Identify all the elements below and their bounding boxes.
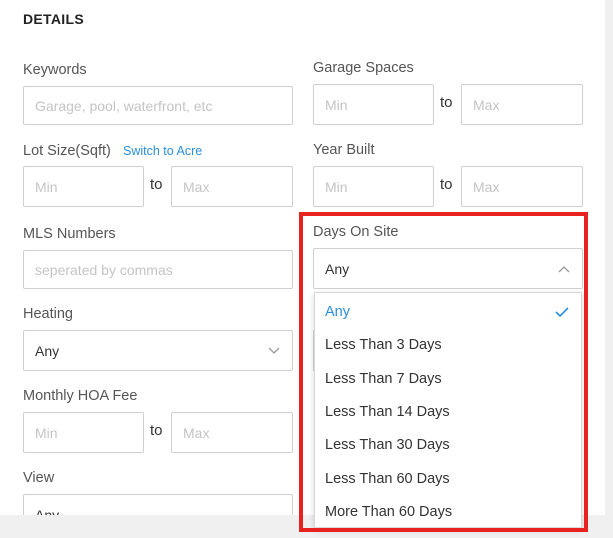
days-on-site-dropdown: Any Less Than 3 Days Less Than 7 Days Le… <box>314 292 582 528</box>
days-on-site-label: Days On Site <box>313 224 399 240</box>
option-label: Less Than 7 Days <box>325 370 442 387</box>
garage-spaces-min-input[interactable] <box>313 84 434 125</box>
monthly-hoa-fee-label: Monthly HOA Fee <box>23 388 138 404</box>
option-less-than-7-days[interactable]: Less Than 7 Days <box>315 362 581 395</box>
monthly-hoa-fee-max-input[interactable] <box>171 412 293 453</box>
keywords-label: Keywords <box>23 62 87 78</box>
garage-spaces-label: Garage Spaces <box>313 60 414 76</box>
mls-numbers-input[interactable] <box>23 250 293 289</box>
option-label: More Than 60 Days <box>325 503 453 520</box>
switch-to-acre-link[interactable]: Switch to Acre <box>123 144 202 158</box>
keywords-input[interactable] <box>23 86 293 125</box>
garage-spaces-to: to <box>440 94 453 111</box>
check-icon <box>555 307 569 317</box>
mls-numbers-label: MLS Numbers <box>23 226 116 242</box>
view-value: Any <box>35 507 60 515</box>
option-more-than-60-days[interactable]: More Than 60 Days <box>315 495 581 527</box>
heating-value: Any <box>35 342 60 359</box>
year-built-max-input[interactable] <box>461 166 583 207</box>
heating-label: Heating <box>23 306 73 322</box>
lot-size-min-input[interactable] <box>23 166 144 207</box>
option-less-than-60-days[interactable]: Less Than 60 Days <box>315 462 581 495</box>
heating-select[interactable]: Any <box>23 330 293 371</box>
garage-spaces-max-input[interactable] <box>461 84 583 125</box>
year-built-to: to <box>440 176 453 193</box>
option-less-than-3-days[interactable]: Less Than 3 Days <box>315 328 581 361</box>
chevron-down-icon <box>268 347 280 354</box>
chevron-up-icon <box>558 265 570 272</box>
option-label: Any <box>325 303 350 320</box>
year-built-min-input[interactable] <box>313 166 434 207</box>
option-label: Less Than 30 Days <box>325 436 450 453</box>
option-less-than-30-days[interactable]: Less Than 30 Days <box>315 428 581 461</box>
monthly-hoa-fee-to: to <box>150 422 163 439</box>
monthly-hoa-fee-min-input[interactable] <box>23 412 144 453</box>
year-built-label: Year Built <box>313 142 375 158</box>
days-on-site-select[interactable]: Any <box>313 248 583 289</box>
option-less-than-14-days[interactable]: Less Than 14 Days <box>315 395 581 428</box>
view-select[interactable]: Any <box>23 494 293 515</box>
option-label: Less Than 3 Days <box>325 336 442 353</box>
option-label: Less Than 14 Days <box>325 403 450 420</box>
lot-size-label: Lot Size(Sqft) <box>23 143 111 159</box>
days-on-site-value: Any <box>325 260 350 277</box>
view-label: View <box>23 470 55 486</box>
lot-size-max-input[interactable] <box>171 166 293 207</box>
lot-size-to: to <box>150 176 163 193</box>
section-title: DETAILS <box>23 11 84 27</box>
option-any[interactable]: Any <box>315 295 581 328</box>
option-label: Less Than 60 Days <box>325 470 450 487</box>
